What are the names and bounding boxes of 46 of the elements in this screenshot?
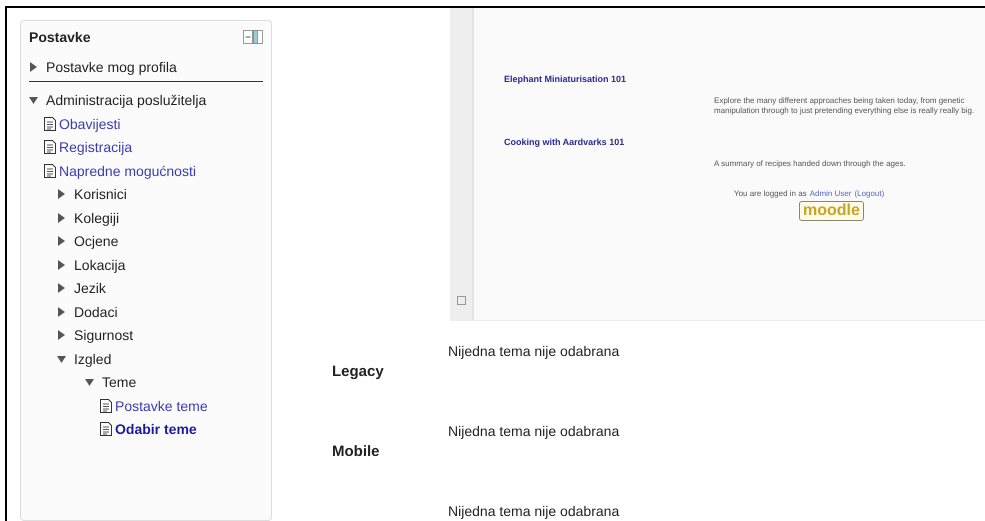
tree-link[interactable]: Postavke teme (115, 398, 208, 414)
collapsed-arrow-icon[interactable] (29, 62, 38, 72)
tree-link[interactable]: Napredne mogućnosti (59, 162, 196, 179)
collapsed-arrow-icon[interactable] (57, 236, 66, 246)
document-icon (43, 116, 57, 132)
document-icon (43, 139, 57, 156)
tree-link[interactable]: Registracija (59, 139, 132, 156)
expanded-arrow-icon[interactable] (85, 377, 94, 388)
tree-item[interactable]: Kolegiji (74, 210, 120, 226)
expanded-arrow-icon[interactable] (29, 95, 38, 106)
square-icon (456, 296, 466, 305)
tree-item[interactable]: Dodaci (74, 304, 118, 320)
course-title: Cooking with Aardvarks 101 (504, 136, 626, 147)
tree-item[interactable]: Postavke mog profila (46, 58, 177, 75)
collapsed-arrow-icon[interactable] (57, 306, 66, 317)
tree-item[interactable]: Jezik (74, 280, 106, 296)
tree-item[interactable]: Ocjene (74, 233, 118, 250)
document-icon (99, 398, 113, 414)
tree-item[interactable]: Lokacija (74, 256, 126, 273)
collapsed-arrow-icon[interactable] (57, 189, 66, 200)
tree-link[interactable]: Obavijesti (59, 116, 120, 132)
course-summary: Explore the many different approaches being taken today, from genetic manipulation through to just pretending everything else is really really big. (714, 96, 976, 117)
document-icon (43, 162, 57, 179)
login-text: You are logged in as (734, 189, 807, 198)
collapsed-arrow-icon[interactable] (57, 212, 66, 223)
tree-item[interactable]: Sigurnost (74, 327, 134, 344)
tree-item[interactable]: Administracija poslužitelja (46, 92, 206, 108)
dock-icon[interactable] (243, 30, 263, 44)
theme-value: Nijedna tema nije odabrana (448, 422, 620, 441)
tree-item[interactable]: Teme (102, 374, 136, 390)
tree-item[interactable]: Korisnici (74, 186, 127, 202)
tree-link[interactable]: Odabir teme (115, 421, 197, 438)
collapsed-arrow-icon[interactable] (57, 283, 66, 294)
tree-item[interactable]: Izgled (74, 350, 112, 367)
course-summary: A summary of recipes handed down through the ages. (714, 158, 907, 170)
expanded-arrow-icon[interactable] (57, 354, 66, 364)
block-title: Postavke (29, 29, 90, 45)
theme-value: Nijedna tema nije odabrana (448, 342, 620, 361)
course-title: Elephant Miniaturisation 101 (504, 74, 628, 84)
device-label: Legacy (332, 362, 385, 382)
device-label: Mobile (332, 442, 380, 462)
document-icon (99, 421, 113, 438)
collapsed-arrow-icon[interactable] (57, 330, 66, 340)
collapsed-arrow-icon[interactable] (57, 260, 66, 270)
theme-value: Nijedna tema nije odabrana (448, 502, 620, 521)
moodle-logo: moodle (799, 201, 864, 222)
